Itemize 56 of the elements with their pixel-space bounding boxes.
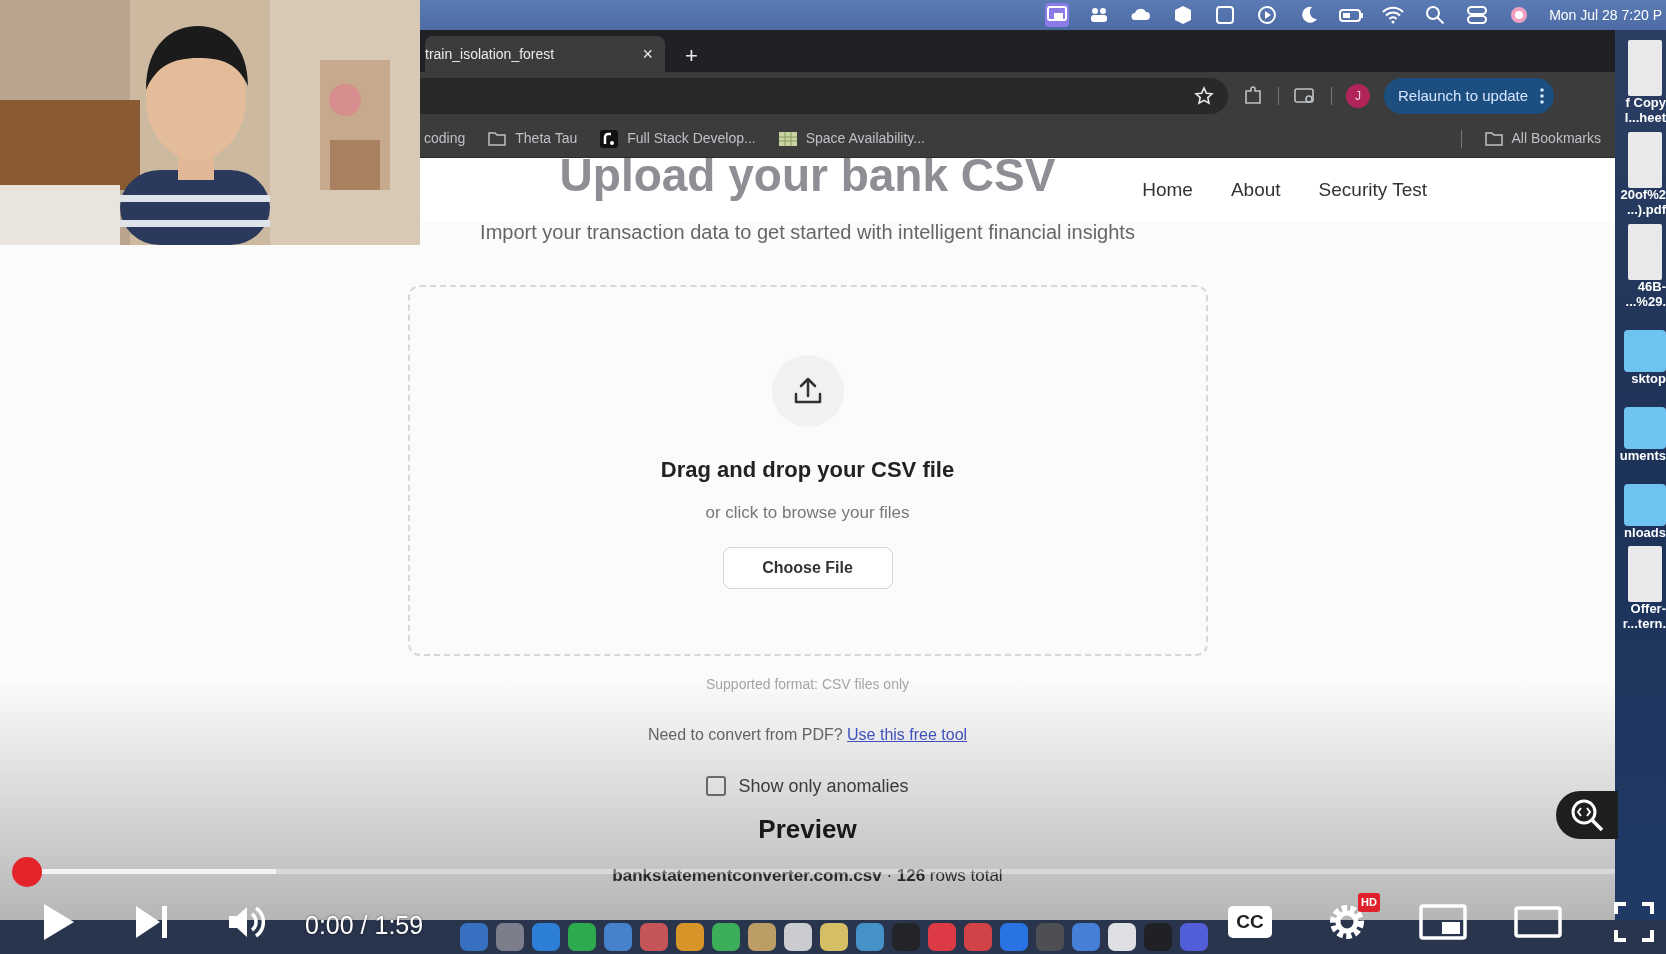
bookmark[interactable]: Theta Tau — [487, 128, 578, 149]
file-summary: bankstatementconverter.com.csv · 126 rows total — [612, 864, 1003, 887]
choose-file-button[interactable]: Choose File — [722, 547, 893, 590]
page-subtitle: Import your transaction data to get started with intelligent financial insights — [480, 219, 1135, 245]
app-icon[interactable] — [820, 923, 848, 951]
clock: Mon Jul 28 7:20 P — [1549, 5, 1662, 25]
bookmark[interactable]: All Bookmarks — [1483, 128, 1601, 149]
screen-icon[interactable] — [1045, 3, 1070, 27]
page-title: Upload your bank CSV — [559, 158, 1056, 201]
profile-avatar[interactable]: J — [1346, 84, 1370, 108]
file-label: Offer- r...tern. — [1622, 602, 1666, 633]
site-icon — [599, 128, 620, 149]
app-icon[interactable] — [1108, 923, 1136, 951]
quality-badge: HD — [1358, 893, 1380, 912]
file-label: uments — [1619, 448, 1666, 464]
nav-link[interactable]: About — [1230, 175, 1281, 205]
app-icon[interactable] — [748, 923, 776, 951]
folder-icon[interactable] — [1624, 329, 1666, 372]
file-label: 46B- ...%29. — [1625, 279, 1666, 310]
file-label: nloads — [1624, 525, 1666, 541]
format-note: Supported format: CSV files only — [705, 674, 910, 694]
checkbox-label: Show only anomalies — [738, 774, 909, 798]
video-time: 0:00 / 1:59 — [305, 910, 424, 941]
drop-hint: or click to browse your files — [705, 501, 910, 524]
nav-link[interactable]: Security Test — [1318, 175, 1427, 205]
free-tool-link[interactable]: Use this free tool — [847, 725, 968, 743]
star-icon[interactable] — [1194, 86, 1214, 106]
app-icon[interactable] — [784, 923, 812, 951]
preview-heading: Preview — [758, 812, 857, 846]
folder-icon[interactable] — [1624, 406, 1666, 449]
file-label: 20of%2 ...).pdf — [1620, 187, 1666, 218]
app-icon[interactable] — [712, 923, 740, 951]
bookmark[interactable]: Space Availability... — [777, 128, 925, 149]
toggle-icon[interactable] — [1465, 3, 1490, 27]
tab-title: train_isolation_forest — [425, 44, 555, 64]
kebab-icon — [1540, 88, 1545, 104]
puzzle-icon[interactable] — [1242, 85, 1264, 107]
file-label: f Copy l...heet — [1624, 96, 1666, 126]
relaunch-button[interactable]: Relaunch to update — [1384, 78, 1555, 114]
folder-icon[interactable] — [1624, 483, 1666, 526]
nav-link[interactable]: Home — [1142, 175, 1193, 205]
new-tab-button[interactable]: + — [679, 44, 704, 68]
pdf-prompt: Need to convert from PDF? Use this free tool — [647, 724, 968, 745]
browser-tab[interactable]: train_isolation_forest × — [425, 36, 665, 72]
zoom-lens-button[interactable] — [1556, 791, 1618, 839]
app-icon[interactable] — [568, 923, 596, 951]
app-icon[interactable] — [676, 923, 704, 951]
magnifier-icon — [1569, 797, 1605, 833]
drop-zone[interactable]: Drag and drop your CSV file or click to browse your files Choose File — [407, 284, 1208, 656]
drop-heading: Drag and drop your CSV file — [660, 455, 955, 484]
bookmark[interactable]: coding — [424, 128, 466, 149]
checkbox[interactable] — [706, 776, 727, 797]
captions-button[interactable]: CC — [1228, 906, 1272, 938]
close-button[interactable]: × — [638, 45, 657, 63]
bookmark[interactable]: Full Stack Develop... — [599, 128, 756, 149]
file-label: sktop — [1631, 371, 1666, 387]
